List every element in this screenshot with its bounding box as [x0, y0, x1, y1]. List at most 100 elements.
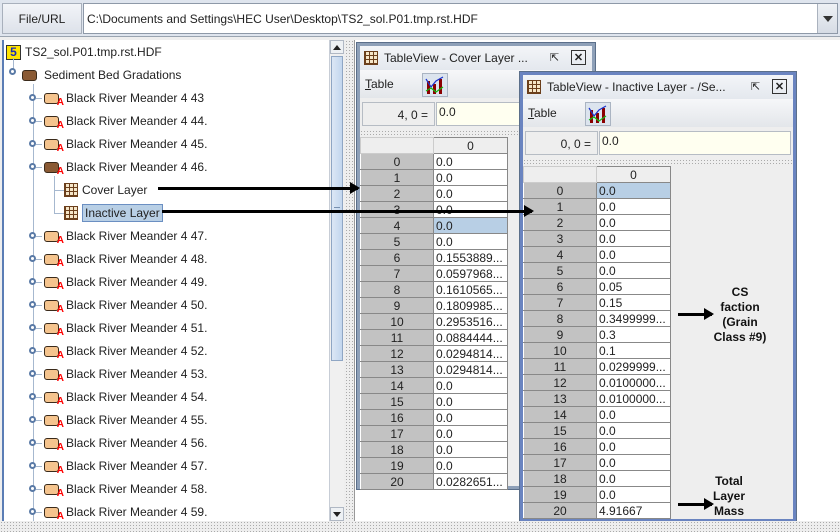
horizontal-splitter[interactable]: [523, 159, 793, 165]
table-cell[interactable]: 0.0: [596, 486, 671, 503]
cell-value-field[interactable]: 0.0: [599, 131, 791, 155]
tree-item[interactable]: A Black River Meander 4 57.: [44, 456, 207, 476]
table-cell[interactable]: 0.0: [433, 169, 508, 186]
expand-handle-icon[interactable]: [29, 301, 36, 308]
row-header[interactable]: 12: [360, 345, 434, 362]
table-cell[interactable]: 0.0: [433, 185, 508, 202]
close-icon[interactable]: ✕: [571, 50, 586, 65]
row-header[interactable]: 15: [360, 393, 434, 410]
table-cell[interactable]: 0.0: [596, 406, 671, 423]
table-cell[interactable]: 0.0100000...: [596, 374, 671, 391]
table-cell[interactable]: 0.0: [433, 441, 508, 458]
row-header[interactable]: 14: [360, 377, 434, 394]
expand-handle-icon[interactable]: [29, 117, 36, 124]
row-header[interactable]: 13: [523, 390, 597, 407]
path-combobox[interactable]: C:\Documents and Settings\HEC User\Deskt…: [83, 3, 838, 34]
tree-scrollbar[interactable]: [329, 40, 344, 521]
line-chart-button[interactable]: [585, 102, 611, 126]
tree-root[interactable]: 5 TS2_sol.P01.tmp.rst.HDF: [6, 42, 162, 62]
row-header[interactable]: 14: [523, 406, 597, 423]
row-header[interactable]: 11: [523, 358, 597, 375]
table-cell[interactable]: 0.0: [596, 422, 671, 439]
tree-item[interactable]: A Black River Meander 4 59.: [44, 502, 207, 521]
row-header[interactable]: 18: [360, 441, 434, 458]
tree-item[interactable]: A Black River Meander 4 48.: [44, 249, 207, 269]
column-header[interactable]: 0: [596, 166, 671, 183]
table-cell[interactable]: 0.1: [596, 342, 671, 359]
table-cell[interactable]: 0.0: [596, 182, 671, 199]
row-header[interactable]: 5: [523, 262, 597, 279]
table-cell[interactable]: 0.0100000...: [596, 390, 671, 407]
table-cell[interactable]: 0.0597968...: [433, 265, 508, 282]
row-header[interactable]: 17: [360, 425, 434, 442]
close-icon[interactable]: ✕: [772, 79, 787, 94]
path-input[interactable]: C:\Documents and Settings\HEC User\Deskt…: [87, 12, 478, 26]
table-cell[interactable]: 0.0: [596, 454, 671, 471]
row-header[interactable]: 19: [523, 486, 597, 503]
table-cell[interactable]: 0.0: [596, 246, 671, 263]
expand-handle-icon[interactable]: [29, 416, 36, 423]
row-header[interactable]: 0: [360, 153, 434, 170]
expand-handle-icon[interactable]: [29, 485, 36, 492]
table-cell[interactable]: 0.0: [596, 230, 671, 247]
row-header[interactable]: 7: [360, 265, 434, 282]
expand-handle-icon[interactable]: [29, 278, 36, 285]
table-cell[interactable]: 0.15: [596, 294, 671, 311]
table-cell[interactable]: 0.0294814...: [433, 345, 508, 362]
menu-table[interactable]: Table: [528, 106, 557, 120]
table-cell[interactable]: 0.3: [596, 326, 671, 343]
column-header[interactable]: 0: [433, 137, 508, 154]
table-cell[interactable]: 0.0: [596, 470, 671, 487]
table-cell[interactable]: 0.0299999...: [596, 358, 671, 375]
expand-handle-icon[interactable]: [29, 439, 36, 446]
tree-item[interactable]: A Black River Meander 4 45.: [44, 134, 207, 154]
row-header[interactable]: 10: [523, 342, 597, 359]
row-header[interactable]: 8: [523, 310, 597, 327]
tree-item[interactable]: A Black River Meander 4 54.: [44, 387, 207, 407]
row-header[interactable]: 7: [523, 294, 597, 311]
chevron-down-icon[interactable]: [817, 4, 837, 33]
scrollbar-thumb[interactable]: [331, 56, 343, 361]
row-header[interactable]: 4: [523, 246, 597, 263]
table-cell[interactable]: 0.0884444...: [433, 329, 508, 346]
tree-item[interactable]: A Black River Meander 4 53.: [44, 364, 207, 384]
row-header[interactable]: 16: [360, 409, 434, 426]
tree-item[interactable]: A Black River Meander 4 56.: [44, 433, 207, 453]
table-cell[interactable]: 0.0: [433, 233, 508, 250]
row-header[interactable]: 20: [523, 502, 597, 519]
vertical-splitter[interactable]: [345, 40, 353, 521]
table-cell[interactable]: 0.0: [433, 425, 508, 442]
tree-item[interactable]: A Black River Meander 4 51.: [44, 318, 207, 338]
row-header[interactable]: 1: [523, 198, 597, 215]
row-header[interactable]: 20: [360, 473, 434, 490]
row-header[interactable]: 2: [523, 214, 597, 231]
table-cell[interactable]: 0.0: [433, 457, 508, 474]
tree-item[interactable]: A Black River Meander 4 43: [44, 88, 204, 108]
table-cell[interactable]: 0.0: [596, 214, 671, 231]
tree-dataset-item[interactable]: Cover Layer: [64, 180, 147, 200]
row-header[interactable]: 5: [360, 233, 434, 250]
expand-handle-icon[interactable]: [29, 370, 36, 377]
table-cell[interactable]: 0.0282651...: [433, 473, 508, 490]
row-header[interactable]: 13: [360, 361, 434, 378]
table-cell[interactable]: 0.0: [596, 262, 671, 279]
row-header[interactable]: 17: [523, 454, 597, 471]
table-cell[interactable]: 0.1809985...: [433, 297, 508, 314]
line-chart-button[interactable]: [422, 73, 448, 97]
expand-handle-icon[interactable]: [29, 163, 36, 170]
tree-item[interactable]: A Black River Meander 4 46.: [44, 157, 207, 177]
table-cell[interactable]: 0.05: [596, 278, 671, 295]
tree-item[interactable]: A Black River Meander 4 55.: [44, 410, 207, 430]
row-header[interactable]: 11: [360, 329, 434, 346]
row-header[interactable]: 2: [360, 185, 434, 202]
expand-handle-icon[interactable]: [29, 140, 36, 147]
table-cell[interactable]: 0.1610565...: [433, 281, 508, 298]
table-cell[interactable]: 0.2953516...: [433, 313, 508, 330]
expand-handle-icon[interactable]: [29, 393, 36, 400]
tree-group[interactable]: Sediment Bed Gradations: [22, 65, 181, 85]
row-header[interactable]: 19: [360, 457, 434, 474]
menu-table[interactable]: Table: [365, 77, 394, 91]
table-cell[interactable]: 4.91667: [596, 502, 671, 519]
tree-item[interactable]: A Black River Meander 4 47.: [44, 226, 207, 246]
expand-handle-icon[interactable]: [29, 232, 36, 239]
